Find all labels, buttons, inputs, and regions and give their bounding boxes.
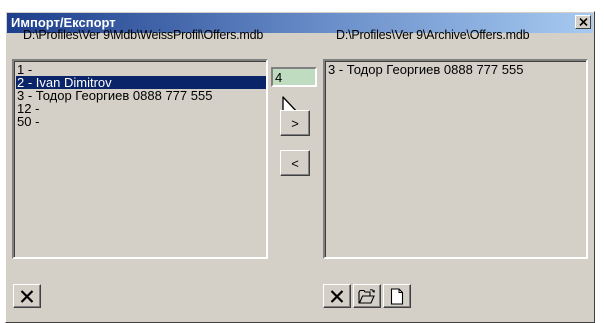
delete-target-button[interactable] <box>323 284 351 308</box>
delete-source-button[interactable] <box>13 284 41 308</box>
folder-open-icon <box>358 288 376 304</box>
source-path: D:\Profiles\Ver 9\Mdb\WeissProfil\Offers… <box>23 28 264 42</box>
source-listbox[interactable]: 1 -2 - Ivan Dimitrov 3 - Тодор Георгиев 0… <box>12 59 268 259</box>
close-icon <box>578 18 588 26</box>
list-item[interactable]: 3 - Тодор Георгиев 0888 777 555 <box>16 89 266 102</box>
move-left-button[interactable]: < <box>280 150 310 176</box>
close-button[interactable] <box>575 15 591 29</box>
move-left-label: < <box>291 155 299 171</box>
x-icon <box>330 289 344 303</box>
x-icon <box>20 289 34 303</box>
target-path: D:\Profiles\Ver 9\Archive\Offers.mdb <box>336 28 530 42</box>
move-right-button[interactable]: > <box>280 110 310 136</box>
open-file-button[interactable] <box>353 284 381 308</box>
new-document-icon <box>390 287 404 305</box>
list-item[interactable]: 3 - Тодор Георгиев 0888 777 555 <box>327 63 586 76</box>
list-item[interactable]: 50 - <box>16 115 266 128</box>
source-list: 1 -2 - Ivan Dimitrov 3 - Тодор Георгиев 0… <box>14 61 266 128</box>
list-item[interactable]: 12 - <box>16 102 266 115</box>
target-list: 3 - Тодор Георгиев 0888 777 555 <box>325 61 586 76</box>
target-listbox[interactable]: 3 - Тодор Георгиев 0888 777 555 <box>323 59 588 259</box>
move-right-label: > <box>291 115 299 131</box>
offer-number-input[interactable] <box>271 67 317 87</box>
new-file-button[interactable] <box>383 284 411 308</box>
